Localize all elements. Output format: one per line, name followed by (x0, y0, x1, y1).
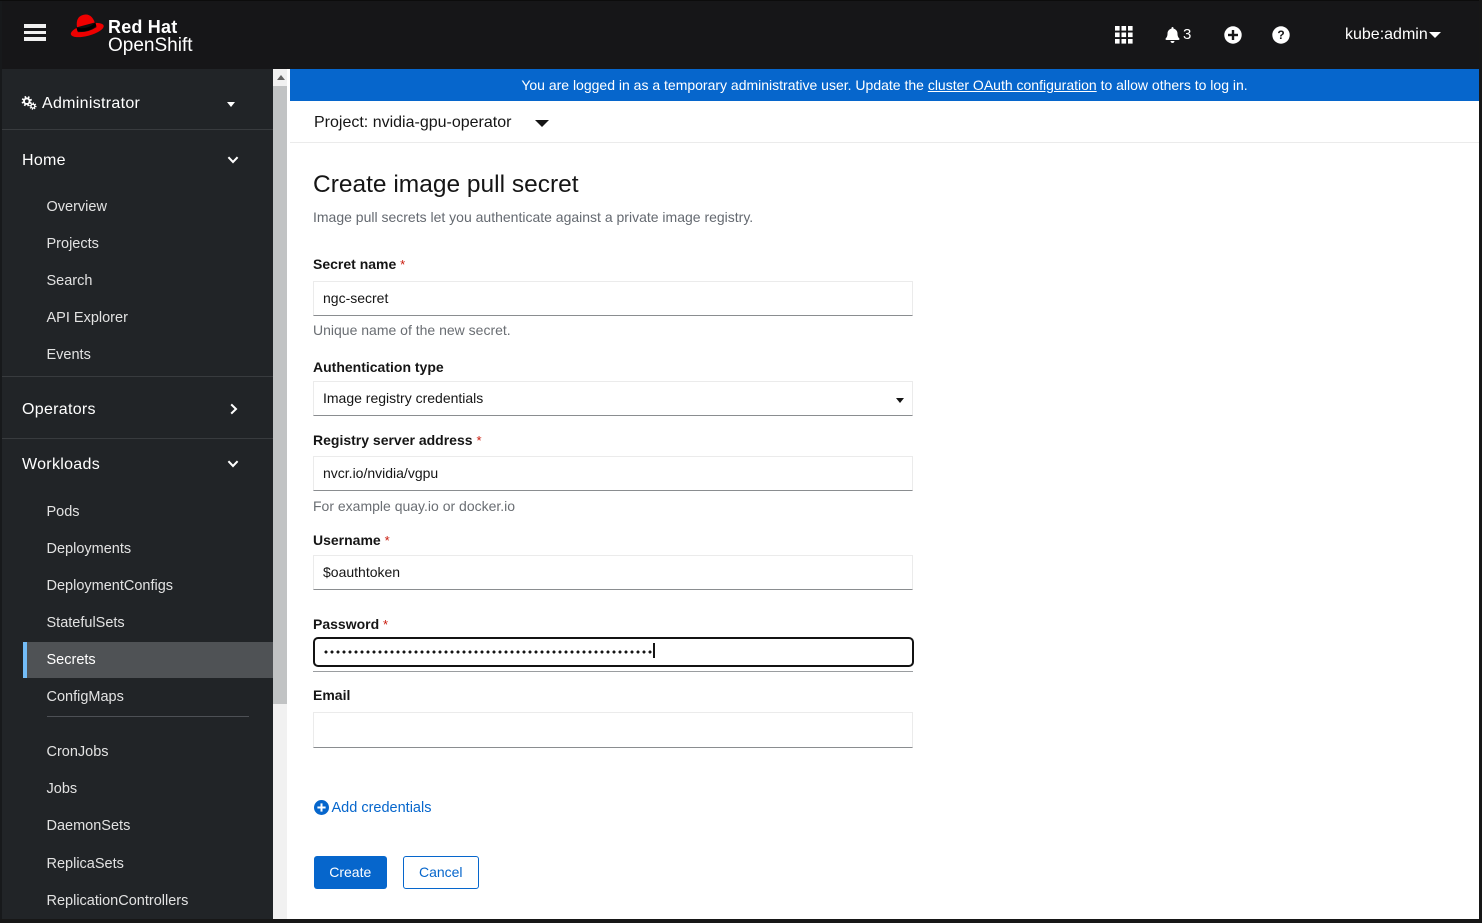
svg-text:?: ? (1277, 28, 1284, 42)
